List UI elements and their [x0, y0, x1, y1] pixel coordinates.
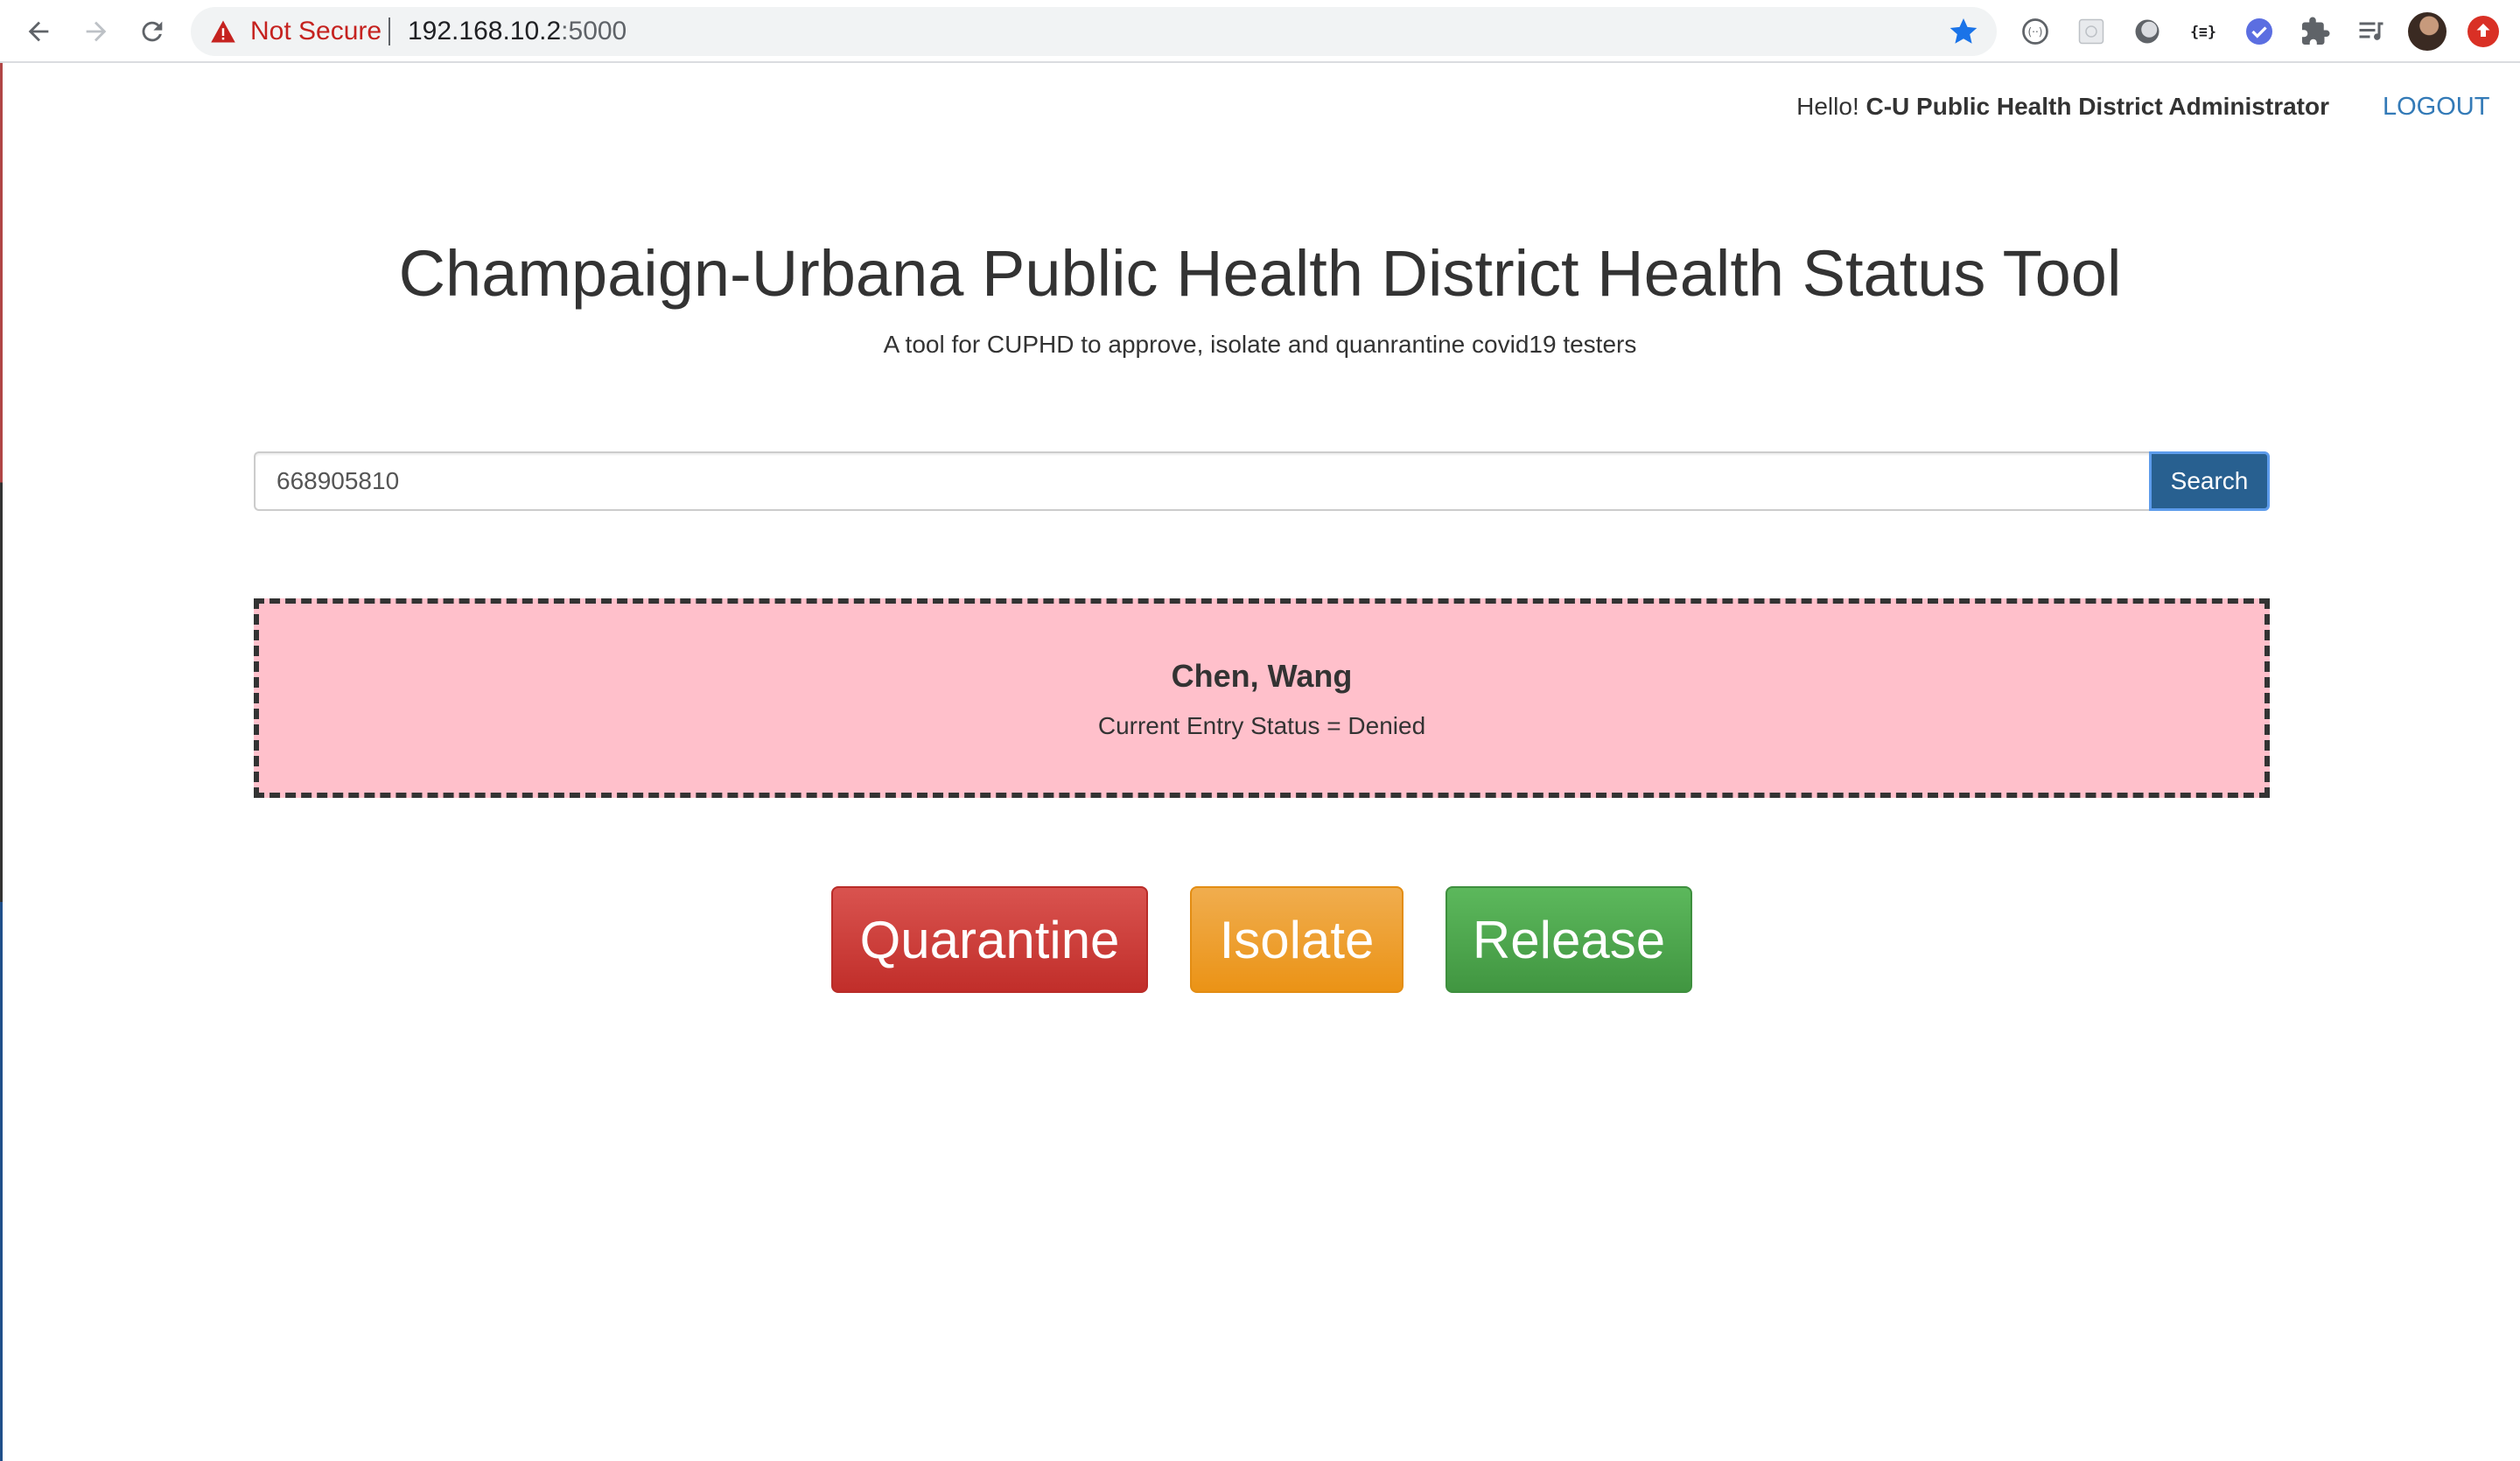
person-name: Chen, Wang — [1171, 658, 1353, 694]
bookmark-star-icon[interactable] — [1948, 16, 1979, 47]
security-label[interactable]: Not Secure — [250, 7, 382, 56]
quarantine-button[interactable]: Quarantine — [831, 886, 1148, 993]
extension-ellipsis-icon[interactable]: (··) — [2018, 14, 2053, 49]
profile-avatar[interactable] — [2408, 12, 2446, 51]
puzzle-icon[interactable] — [2298, 14, 2333, 49]
extension-json-icon[interactable]: {≡} — [2186, 14, 2221, 49]
status-card: Chen, Wang Current Entry Status = Denied — [254, 598, 2270, 798]
browser-toolbar: Not Secure 192.168.10.2:5000 (··) {≡} — [0, 0, 2520, 63]
forward-icon[interactable] — [77, 12, 116, 51]
omnibox-divider — [388, 17, 390, 45]
user-greeting: Hello! C-U Public Health District Admini… — [1796, 93, 2329, 120]
search-input[interactable] — [254, 451, 2151, 511]
extension-circle-icon[interactable] — [2130, 14, 2165, 49]
update-icon[interactable] — [2468, 16, 2499, 47]
svg-text:{≡}: {≡} — [2190, 24, 2216, 40]
back-icon[interactable] — [19, 12, 58, 51]
search-button[interactable]: Search — [2149, 451, 2270, 511]
isolate-button[interactable]: Isolate — [1190, 886, 1404, 993]
reading-list-icon[interactable] — [2354, 14, 2389, 49]
svg-text:(··): (··) — [2028, 26, 2043, 38]
address-bar[interactable]: Not Secure 192.168.10.2:5000 — [191, 7, 1997, 56]
extension-grid-icon[interactable] — [2074, 14, 2109, 49]
entry-status: Current Entry Status = Denied — [1097, 712, 1426, 739]
url-text[interactable]: 192.168.10.2:5000 — [408, 7, 626, 56]
logout-link[interactable]: LOGOUT — [2383, 93, 2489, 122]
warning-icon — [211, 20, 235, 43]
reload-icon[interactable] — [133, 12, 172, 51]
user-name: C-U Public Health District Administrator — [1866, 93, 2329, 120]
page-title: Champaign-Urbana Public Health District … — [398, 237, 2122, 310]
page-subtitle: A tool for CUPHD to approve, isolate and… — [883, 331, 1637, 358]
extension-check-icon[interactable] — [2242, 14, 2277, 49]
release-button[interactable]: Release — [1446, 886, 1692, 993]
